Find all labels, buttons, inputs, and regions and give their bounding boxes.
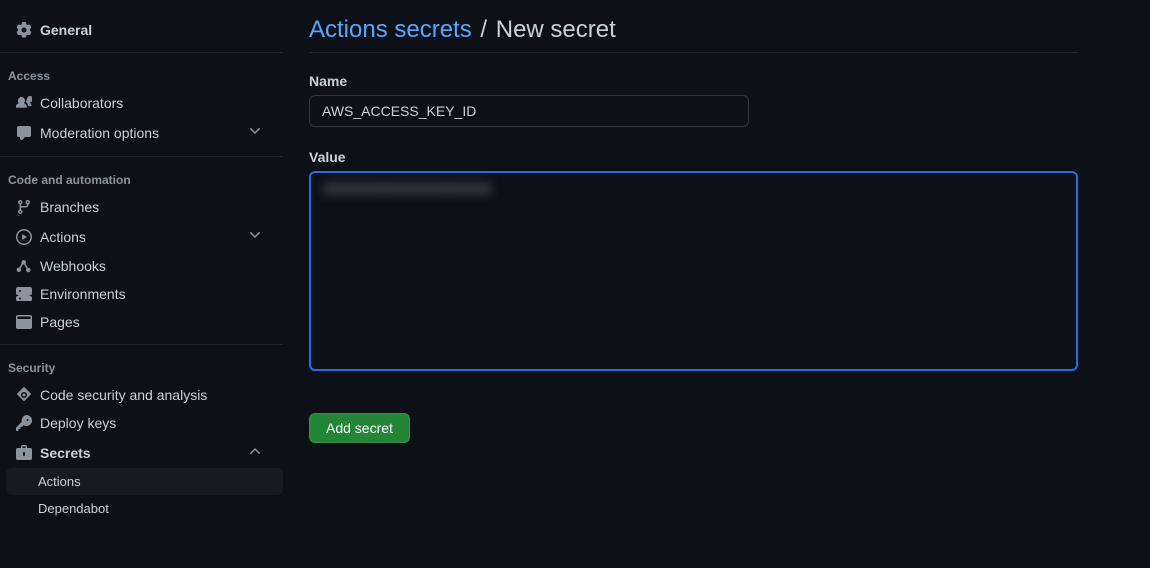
server-icon (16, 286, 32, 302)
sidebar-item-general[interactable]: General (0, 16, 283, 44)
value-field-group: Value XXXXXXXXXXXXXXXXXXXX (309, 149, 1078, 371)
shield-icon (16, 387, 32, 403)
sidebar-label: Branches (40, 199, 275, 215)
sidebar-item-collaborators[interactable]: Collaborators (0, 89, 283, 117)
sidebar-item-webhooks[interactable]: Webhooks (0, 252, 283, 280)
sidebar-item-environments[interactable]: Environments (0, 280, 283, 308)
sidebar-sub-item-dependabot[interactable]: Dependabot (6, 495, 283, 522)
sidebar-label: Secrets (40, 445, 247, 461)
lock-icon (16, 445, 32, 461)
sidebar-label: Webhooks (40, 258, 275, 274)
divider (0, 52, 283, 53)
gear-icon (16, 22, 32, 38)
secret-value-textarea[interactable]: XXXXXXXXXXXXXXXXXXXX (309, 171, 1078, 371)
divider (0, 344, 283, 345)
sidebar-item-deploy-keys[interactable]: Deploy keys (0, 409, 283, 437)
comment-icon (16, 125, 32, 141)
breadcrumb-current: New secret (496, 16, 616, 43)
page-title: Actions secrets / New secret (309, 16, 1078, 53)
settings-sidebar: General Access Collaborators Moderation … (0, 0, 283, 568)
sub-item-label: Actions (38, 474, 81, 489)
sidebar-item-code-security[interactable]: Code security and analysis (0, 381, 283, 409)
chevron-up-icon (247, 443, 263, 462)
webhook-icon (16, 258, 32, 274)
breadcrumb-link[interactable]: Actions secrets (309, 16, 472, 43)
people-icon (16, 95, 32, 111)
breadcrumb-separator: / (480, 16, 487, 43)
sidebar-label: Deploy keys (40, 415, 275, 431)
sidebar-label: General (40, 22, 275, 38)
sidebar-label: Environments (40, 286, 275, 302)
key-icon (16, 415, 32, 431)
sidebar-label: Collaborators (40, 95, 275, 111)
main-content: Actions secrets / New secret Name Value … (283, 0, 1150, 568)
sidebar-label: Actions (40, 229, 247, 245)
sidebar-item-pages[interactable]: Pages (0, 308, 283, 336)
add-secret-button[interactable]: Add secret (309, 413, 410, 443)
section-header-access: Access (0, 61, 283, 89)
sub-item-label: Dependabot (38, 501, 109, 516)
section-header-code: Code and automation (0, 165, 283, 193)
sidebar-item-actions[interactable]: Actions (0, 221, 283, 252)
masked-value: XXXXXXXXXXXXXXXXXXXX (323, 182, 492, 198)
git-branch-icon (16, 199, 32, 215)
chevron-down-icon (247, 123, 263, 142)
chevron-down-icon (247, 227, 263, 246)
sidebar-sub-item-actions[interactable]: Actions (6, 468, 283, 495)
sidebar-label: Moderation options (40, 125, 247, 141)
name-label: Name (309, 73, 1078, 89)
name-field-group: Name (309, 73, 1078, 127)
sidebar-item-moderation[interactable]: Moderation options (0, 117, 283, 148)
secret-name-input[interactable] (309, 95, 749, 127)
divider (0, 156, 283, 157)
value-label: Value (309, 149, 1078, 165)
sidebar-item-branches[interactable]: Branches (0, 193, 283, 221)
play-circle-icon (16, 229, 32, 245)
sidebar-label: Code security and analysis (40, 387, 275, 403)
section-header-security: Security (0, 353, 283, 381)
browser-icon (16, 314, 32, 330)
sidebar-item-secrets[interactable]: Secrets (0, 437, 283, 468)
sidebar-label: Pages (40, 314, 275, 330)
